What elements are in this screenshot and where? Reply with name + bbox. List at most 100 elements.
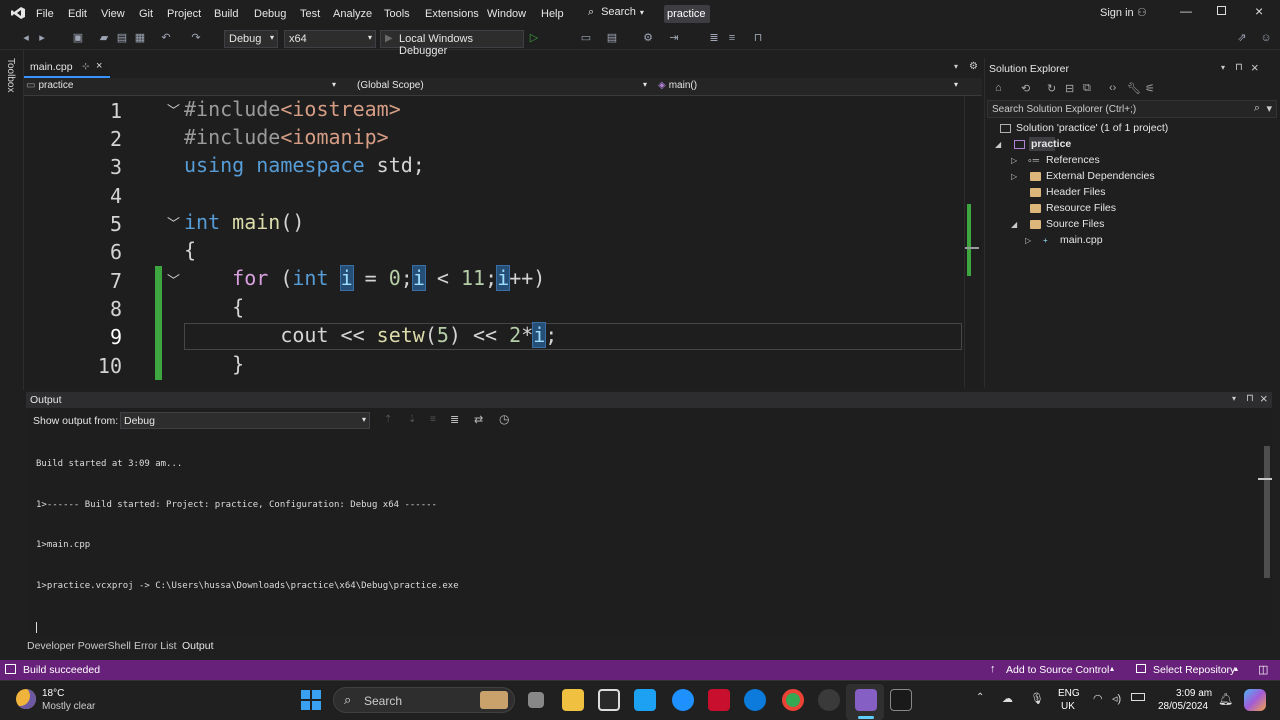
find-previous-icon[interactable]: ⇡ <box>384 414 392 425</box>
save-all-icon[interactable]: ▦ <box>134 32 146 44</box>
clock-time[interactable]: 3:09 am <box>1176 688 1212 699</box>
global-scope-dropdown[interactable]: (Global Scope) ▾ <box>357 80 647 94</box>
forward-icon[interactable]: ▸ <box>36 32 48 44</box>
tree-item-source-files[interactable]: Source Files <box>1046 218 1104 230</box>
collapse-icon[interactable]: ﹀ <box>167 100 180 119</box>
task-view-icon[interactable] <box>528 692 544 708</box>
save-icon[interactable]: ▤ <box>116 32 128 44</box>
app-icon[interactable] <box>634 689 656 711</box>
layout-icon[interactable]: ▤ <box>606 32 618 44</box>
tree-item-header-files[interactable]: Header Files <box>1046 186 1106 198</box>
refresh-icon[interactable]: ↻ <box>1047 82 1056 95</box>
tab-error-list[interactable]: Error List <box>134 640 177 652</box>
configuration-dropdown[interactable]: Debug ▾ <box>224 30 278 48</box>
function-scope-dropdown[interactable]: ◈ main() ▾ <box>658 80 958 94</box>
pin-icon[interactable]: ⊓ <box>1235 62 1243 73</box>
close-panel-icon[interactable]: × <box>1251 60 1259 75</box>
new-project-icon[interactable]: ▣ <box>72 32 84 44</box>
collapse-icon[interactable]: ﹀ <box>167 213 180 232</box>
chevron-down-icon[interactable]: ▾ <box>1232 394 1236 403</box>
tab-main-cpp[interactable]: main.cpp ⊹ × <box>24 58 110 78</box>
terminal-icon[interactable] <box>890 689 912 711</box>
menu-edit[interactable]: Edit <box>68 8 87 20</box>
close-panel-icon[interactable]: × <box>1260 391 1268 406</box>
minimize-icon[interactable]: — <box>1180 4 1192 18</box>
close-window-icon[interactable]: × <box>1255 3 1263 19</box>
chrome-icon[interactable] <box>782 689 804 711</box>
tree-item-main-cpp[interactable]: main.cpp <box>1060 234 1103 246</box>
menu-analyze[interactable]: Analyze <box>333 8 372 20</box>
collapse-icon[interactable]: ﹀ <box>167 270 180 289</box>
microphone-icon[interactable]: 🎙︎ <box>1030 692 1044 705</box>
select-repository-button[interactable]: Select Repository <box>1153 664 1235 676</box>
browse-icon[interactable]: ▭ <box>580 32 592 44</box>
start-debugger-button[interactable]: ▶ Local Windows Debugger <box>380 30 524 57</box>
editor-vertical-scrollbar[interactable] <box>964 96 982 388</box>
word-wrap-icon[interactable]: ⇄ <box>474 413 483 426</box>
expand-arrow-icon[interactable]: ▷ <box>1011 172 1017 181</box>
start-without-debugging-icon[interactable]: ▷ <box>528 32 540 44</box>
find-icon[interactable]: ≡ <box>430 414 436 425</box>
code-editor[interactable]: 1 2 3 4 5 6 7 8 9 10 ﹀ ﹀ ﹀ #include<iost… <box>24 96 964 388</box>
tab-overflow-icon[interactable]: ▾ <box>954 62 958 71</box>
open-folder-icon[interactable]: ▰ <box>98 32 110 44</box>
menu-extensions[interactable]: Extensions <box>425 8 479 20</box>
menu-help[interactable]: Help <box>541 8 564 20</box>
redo-icon[interactable]: ↷ <box>190 32 202 44</box>
feedback-icon[interactable]: ☺ <box>1260 32 1272 44</box>
expand-arrow-icon[interactable]: ◢ <box>995 140 1001 149</box>
visual-studio-logo-icon[interactable] <box>10 6 26 20</box>
toolbox-strip[interactable]: Toolbox <box>0 50 24 390</box>
pin-icon[interactable]: ⊹ <box>82 61 90 72</box>
store-icon[interactable] <box>598 689 620 711</box>
language-code[interactable]: ENG <box>1058 688 1080 699</box>
menu-file[interactable]: File <box>36 8 54 20</box>
hot-reload-icon[interactable]: ⚙ <box>642 32 654 44</box>
windows-start-icon[interactable] <box>301 690 321 710</box>
menu-view[interactable]: View <box>101 8 125 20</box>
code-view-icon[interactable]: ‹› <box>1109 82 1116 94</box>
volume-icon[interactable]: ◃) <box>1112 692 1121 705</box>
wifi-icon[interactable]: ◠ <box>1093 692 1103 705</box>
mcafee-icon[interactable] <box>708 689 730 711</box>
collapse-all-icon[interactable]: ⊟ <box>1065 82 1074 95</box>
edge-icon[interactable] <box>744 689 766 711</box>
search-menu[interactable]: ⌕ Search ▾ <box>588 6 644 22</box>
close-tab-icon[interactable]: × <box>96 60 102 72</box>
clock-date[interactable]: 28/05/2024 <box>1158 701 1208 712</box>
home-icon[interactable]: ⌂ <box>995 82 1002 94</box>
back-icon[interactable]: ◂ <box>20 32 32 44</box>
step-icon[interactable]: ⇥ <box>668 32 680 44</box>
format-icon[interactable]: ≣ <box>708 32 720 44</box>
tab-developer-powershell[interactable]: Developer PowerShell <box>27 640 131 652</box>
expand-arrow-icon[interactable]: ▷ <box>1025 236 1031 245</box>
menu-window[interactable]: Window <box>487 8 526 20</box>
find-next-icon[interactable]: ⇣ <box>408 414 416 425</box>
tree-item-resource-files[interactable]: Resource Files <box>1046 202 1116 214</box>
edge-beta-icon[interactable] <box>672 689 694 711</box>
battery-icon[interactable] <box>1131 693 1145 701</box>
menu-debug[interactable]: Debug <box>254 8 286 20</box>
weather-icon[interactable] <box>16 689 36 709</box>
tree-item-references[interactable]: References <box>1046 154 1100 166</box>
undo-icon[interactable]: ↶ <box>160 32 172 44</box>
pin-icon[interactable]: ⊓ <box>1246 393 1254 404</box>
output-horizontal-scrollbar[interactable] <box>30 626 1256 636</box>
solution-search-input[interactable]: Search Solution Explorer (Ctrl+;) ⌕ ▾ <box>987 100 1277 118</box>
system-tray-icon[interactable]: ☁ <box>1002 692 1013 705</box>
taskbar-search-box[interactable]: ⌕ Search <box>333 687 515 713</box>
menu-tools[interactable]: Tools <box>384 8 410 20</box>
notification-bell-icon[interactable]: 🔔︎ <box>1218 692 1233 706</box>
chevron-up-icon[interactable]: ⌃ <box>976 692 984 703</box>
sign-in-link[interactable]: Sign in <box>1100 7 1134 19</box>
menu-git[interactable]: Git <box>139 8 153 20</box>
chevron-down-icon[interactable]: ▾ <box>1221 63 1225 72</box>
settings-icon[interactable] <box>818 689 840 711</box>
file-explorer-icon[interactable] <box>562 689 584 711</box>
notifications-icon[interactable]: ◫ <box>1258 663 1268 676</box>
share-icon[interactable]: ⇗ <box>1236 32 1248 44</box>
tree-item-external-dependencies[interactable]: External Dependencies <box>1046 170 1155 182</box>
expand-arrow-icon[interactable]: ◢ <box>1011 220 1017 229</box>
expand-arrow-icon[interactable]: ▷ <box>1011 156 1017 165</box>
solution-node[interactable]: Solution 'practice' (1 of 1 project) <box>1016 122 1168 134</box>
